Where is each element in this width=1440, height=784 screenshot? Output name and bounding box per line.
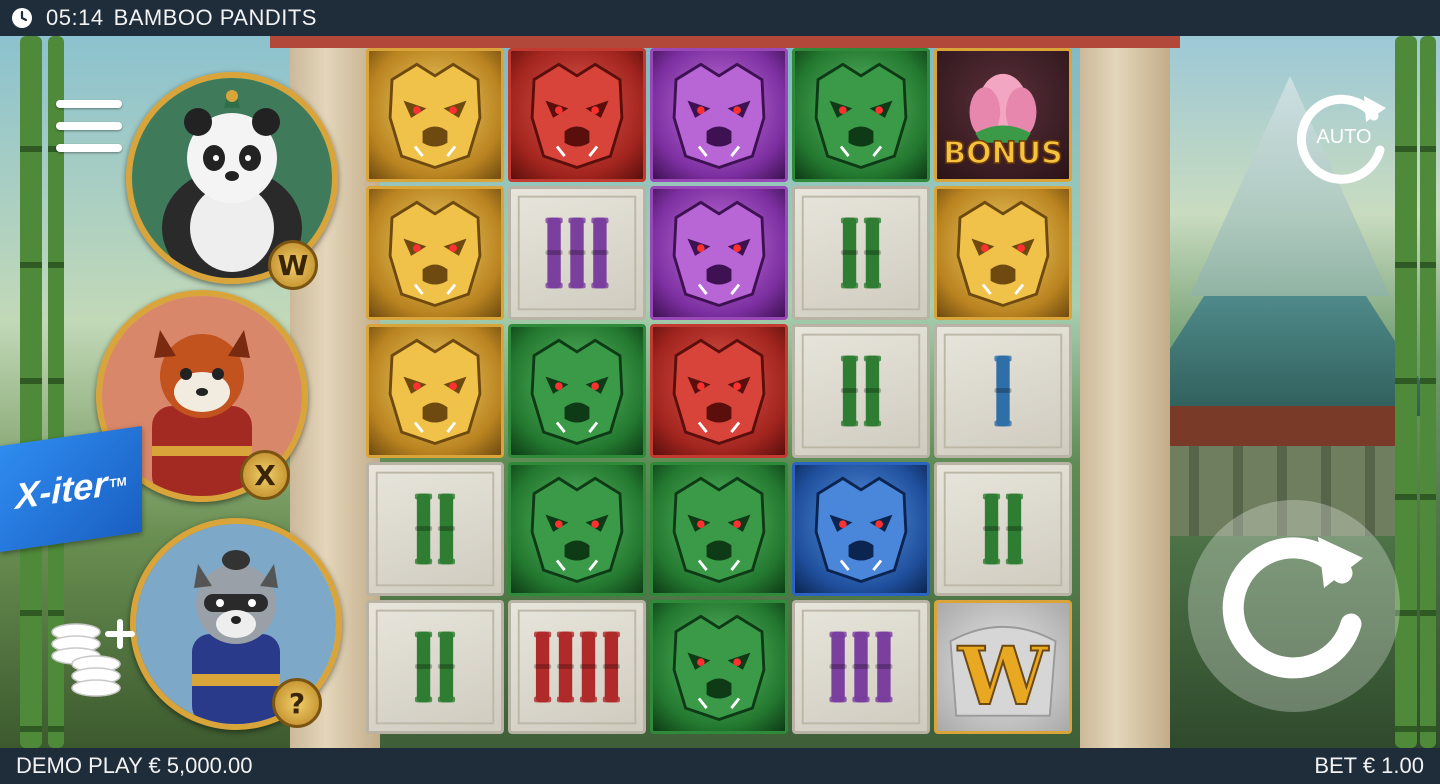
wild-badge: W <box>268 240 318 290</box>
bet-display[interactable]: BET € 1.00 <box>1298 753 1440 779</box>
menu-icon-line <box>56 100 122 108</box>
bamboo-3-purple-icon <box>517 195 637 311</box>
reel-cell-green-mask <box>508 462 646 596</box>
reel-cell-bamboo-1-blue <box>934 324 1072 458</box>
gold-mask-icon <box>388 62 482 170</box>
reel-cell-purple-mask <box>650 186 788 320</box>
game-title: BAMBOO PANDITS <box>113 5 317 30</box>
reel-cell-bamboo-2-green <box>366 462 504 596</box>
status-bar: 05:14 BAMBOO PANDITS <box>0 0 1440 36</box>
reel-cell-green-mask <box>650 462 788 596</box>
bamboo-1-blue-icon <box>943 333 1063 449</box>
gold-mask-icon <box>388 200 482 308</box>
reel-cell-bonus: BONUS <box>934 48 1072 182</box>
green-mask-icon <box>672 614 766 722</box>
reel-cell-gold-mask <box>366 324 504 458</box>
menu-button[interactable] <box>56 100 122 154</box>
bamboo-2-green-icon <box>375 609 495 725</box>
menu-icon-line <box>56 144 122 152</box>
bonus-label: BONUS <box>943 135 1064 172</box>
gold-mask-icon <box>956 200 1050 308</box>
help-badge[interactable]: ? <box>272 678 322 728</box>
reel-cell-bamboo-2-green <box>792 324 930 458</box>
reel-cell-green-mask <box>508 324 646 458</box>
reel-cell-bamboo-2-green <box>366 600 504 734</box>
red-beam <box>270 36 1180 48</box>
reel-cell-wild: W <box>934 600 1072 734</box>
reel-cell-green-mask <box>792 48 930 182</box>
green-mask-icon <box>672 476 766 584</box>
buy-coins-icon[interactable] <box>50 618 140 698</box>
red-mask-icon <box>530 62 624 170</box>
green-mask-icon <box>814 62 908 170</box>
blue-mask-icon <box>814 476 908 584</box>
red-mask-icon <box>672 338 766 446</box>
bamboo-stalk <box>20 36 42 748</box>
reel-cell-gold-mask <box>934 186 1072 320</box>
gold-mask-icon <box>388 338 482 446</box>
reel-cell-bamboo-2-green <box>792 186 930 320</box>
purple-mask-icon <box>672 62 766 170</box>
footer-bar: DEMO PLAY € 5,000.00 BET € 1.00 <box>0 748 1440 784</box>
clock-icon <box>12 8 32 28</box>
bamboo-3-purple-icon <box>801 609 921 725</box>
bamboo-2-green-icon <box>801 333 921 449</box>
spin-button[interactable] <box>1188 500 1400 712</box>
reel-cell-red-mask <box>650 324 788 458</box>
autoplay-label: AUTO <box>1316 126 1372 148</box>
spin-icon <box>1222 537 1363 679</box>
bamboo-stalk <box>1420 36 1436 748</box>
reel-cell-gold-mask <box>366 186 504 320</box>
status-time: 05:14 <box>46 5 104 30</box>
bamboo-2-green-icon <box>943 471 1063 587</box>
bamboo-2-green-icon <box>801 195 921 311</box>
reel-cell-blue-mask <box>792 462 930 596</box>
reel-cell-bamboo-3-purple <box>508 186 646 320</box>
xiter-tm: TM <box>109 474 127 491</box>
green-mask-icon <box>530 476 624 584</box>
reel-grid: BONUS W <box>366 48 1076 734</box>
stone-pillar-right <box>1080 36 1170 748</box>
purple-mask-icon <box>672 200 766 308</box>
reel-cell-bamboo-3-purple <box>792 600 930 734</box>
wild-label: W <box>957 628 1049 724</box>
xiter-button[interactable]: X-iter TM <box>0 426 142 552</box>
reel-cell-gold-mask <box>366 48 504 182</box>
xiter-badge: X <box>240 450 290 500</box>
balance-display: DEMO PLAY € 5,000.00 <box>16 753 253 778</box>
xiter-label: X-iter <box>15 462 108 517</box>
bamboo-2-green-icon <box>375 471 495 587</box>
reel-cell-bamboo-4-red <box>508 600 646 734</box>
reel-cell-red-mask <box>508 48 646 182</box>
reel-cell-purple-mask <box>650 48 788 182</box>
pagoda-wall <box>1160 406 1410 446</box>
green-mask-icon <box>530 338 624 446</box>
reel-cell-bamboo-2-green <box>934 462 1072 596</box>
bamboo-stalk <box>1395 36 1417 748</box>
menu-icon-line <box>56 122 122 130</box>
bamboo-4-red-icon <box>517 609 637 725</box>
reel-cell-green-mask <box>650 600 788 734</box>
